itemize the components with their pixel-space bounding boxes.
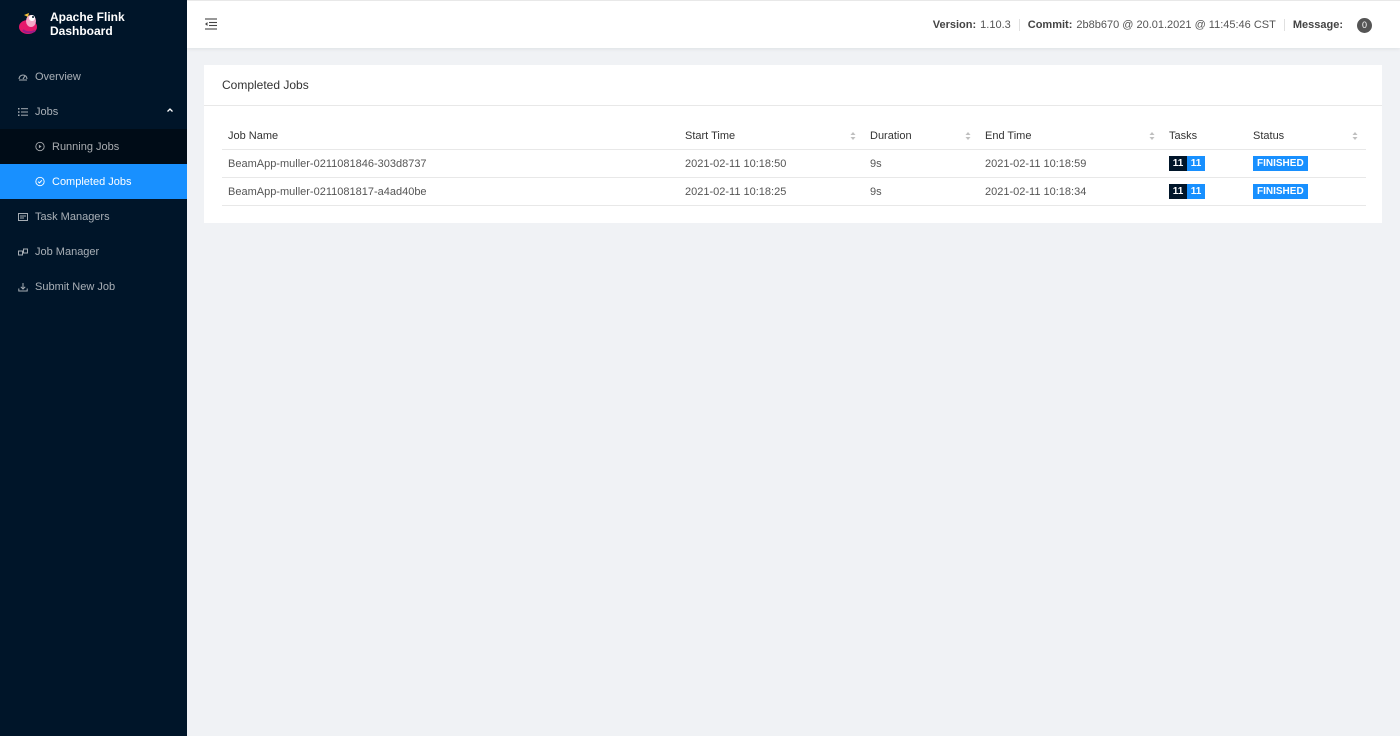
duration-cell: 9s (870, 185, 882, 198)
message-label: Message: (1292, 19, 1343, 31)
commit-value: 2b8b670 @ 20.01.2021 @ 11:45:46 CST (1076, 19, 1276, 31)
commit-info: Commit: 2b8b670 @ 20.01.2021 @ 11:45:46 … (1020, 19, 1284, 31)
top-header: Version: 1.10.3 Commit: 2b8b670 @ 20.01.… (187, 0, 1400, 48)
sort-icon[interactable] (1352, 131, 1358, 141)
tasks-total: 11 (1169, 184, 1187, 199)
sidebar-item-label: Completed Jobs (52, 175, 132, 188)
status-cell: FINISHED (1247, 184, 1366, 199)
column-header-label: End Time (985, 130, 1032, 142)
sidebar: Apache Flink Dashboard Overview Jobs Run… (0, 0, 187, 736)
job-manager-icon (18, 247, 28, 257)
upload-icon (18, 282, 28, 292)
sidebar-item-completed-jobs[interactable]: Completed Jobs (0, 164, 187, 199)
check-circle-icon (35, 176, 45, 187)
end-time-cell: 2021-02-11 10:18:34 (985, 185, 1087, 198)
start-time-cell: 2021-02-11 10:18:25 (685, 185, 787, 198)
play-circle-icon (35, 141, 45, 152)
status-badge: FINISHED (1253, 184, 1308, 199)
card-title: Completed Jobs (204, 65, 1382, 106)
sort-icon[interactable] (850, 131, 856, 141)
table-header: Job Name Start Time Duration End Time Ta… (222, 123, 1366, 150)
sidebar-item-overview[interactable]: Overview (0, 59, 187, 94)
start-time-cell: 2021-02-11 10:18:50 (685, 157, 787, 170)
tasks-total: 11 (1169, 156, 1187, 171)
sidebar-menu: Overview Jobs Running Jobs Completed Job… (0, 59, 187, 304)
column-header-tasks: Tasks (1169, 130, 1198, 142)
dashboard-icon (18, 72, 28, 82)
sidebar-item-label: Running Jobs (52, 140, 120, 153)
sidebar-item-label: Overview (35, 70, 81, 83)
table-row[interactable]: BeamApp-muller-0211081817-a4ad40be 2021-… (222, 178, 1366, 206)
version-value: 1.10.3 (980, 19, 1011, 31)
status-badge: FINISHED (1253, 156, 1308, 171)
sidebar-item-job-manager[interactable]: Job Manager (0, 234, 187, 269)
flink-logo-icon (17, 12, 41, 36)
sort-icon[interactable] (1149, 131, 1155, 141)
version-label: Version: (932, 19, 977, 31)
completed-jobs-table: Job Name Start Time Duration End Time Ta… (222, 123, 1366, 206)
sidebar-item-jobs[interactable]: Jobs (0, 94, 187, 129)
tasks-finished: 11 (1187, 184, 1205, 199)
logo[interactable]: Apache Flink Dashboard (0, 0, 187, 48)
sidebar-item-label: Task Managers (35, 210, 110, 223)
app-title: Apache Flink Dashboard (50, 10, 125, 38)
task-count-tag: 11 11 (1169, 156, 1205, 171)
column-header-label: Status (1253, 130, 1285, 142)
job-name-cell: BeamApp-muller-0211081846-303d8737 (228, 157, 427, 170)
column-header-job-name: Job Name (228, 130, 279, 142)
job-name-cell: BeamApp-muller-0211081817-a4ad40be (228, 185, 427, 198)
sidebar-item-label: Job Manager (35, 245, 100, 258)
column-header-label: Duration (870, 130, 912, 142)
task-count-tag: 11 11 (1169, 184, 1205, 199)
sidebar-item-running-jobs[interactable]: Running Jobs (0, 129, 187, 164)
column-header-start-time[interactable]: Start Time (679, 130, 864, 142)
chevron-up-icon (166, 106, 174, 116)
task-manager-icon (18, 212, 28, 222)
column-header-status[interactable]: Status (1247, 130, 1366, 142)
column-header-label: Start Time (685, 130, 736, 142)
menu-fold-icon[interactable] (204, 17, 218, 31)
table-row[interactable]: BeamApp-muller-0211081846-303d8737 2021-… (222, 150, 1366, 178)
tasks-cell: 11 11 (1163, 156, 1247, 171)
sidebar-item-label: Jobs (35, 105, 59, 118)
tasks-cell: 11 11 (1163, 184, 1247, 199)
status-cell: FINISHED (1247, 156, 1366, 171)
tasks-finished: 11 (1187, 156, 1205, 171)
sidebar-item-task-managers[interactable]: Task Managers (0, 199, 187, 234)
duration-cell: 9s (870, 157, 882, 170)
completed-jobs-card: Completed Jobs Job Name Start Time Durat… (204, 65, 1382, 223)
sidebar-item-label: Submit New Job (35, 280, 116, 293)
list-icon (18, 107, 28, 117)
header-info: Version: 1.10.3 Commit: 2b8b670 @ 20.01.… (925, 1, 1380, 49)
sidebar-item-submit-new-job[interactable]: Submit New Job (0, 269, 187, 304)
column-header-duration[interactable]: Duration (864, 130, 979, 142)
end-time-cell: 2021-02-11 10:18:59 (985, 157, 1087, 170)
commit-label: Commit: (1027, 19, 1073, 31)
message-info[interactable]: Message: 0 (1285, 17, 1380, 33)
column-header-end-time[interactable]: End Time (979, 130, 1163, 142)
version-info: Version: 1.10.3 (925, 19, 1019, 31)
sort-icon[interactable] (965, 131, 971, 141)
message-count-badge[interactable]: 0 (1357, 17, 1372, 33)
